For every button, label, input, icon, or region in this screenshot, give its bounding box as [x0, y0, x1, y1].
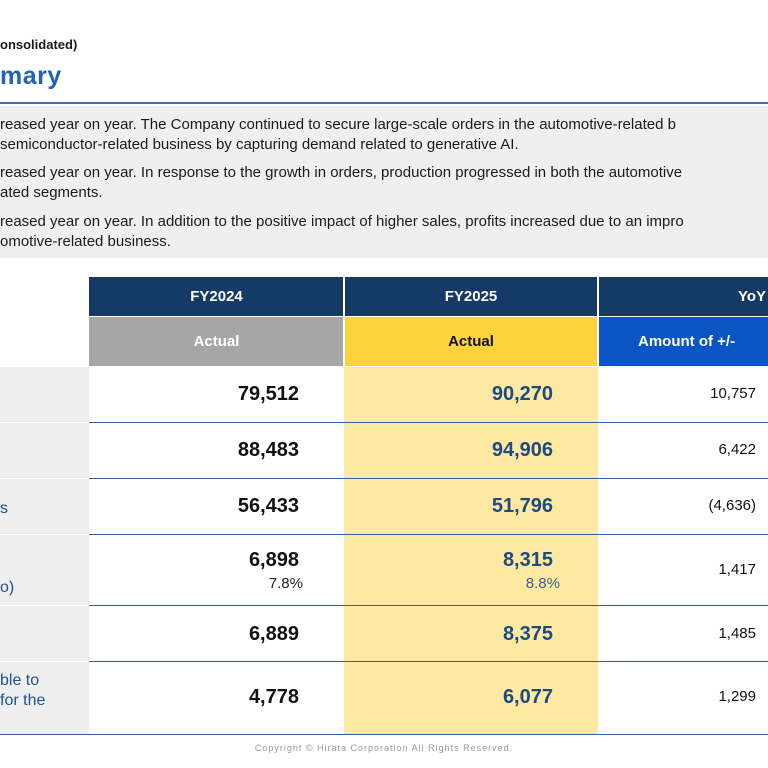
section-subtitle: onsolidated): [0, 37, 78, 52]
summary-line: semiconductor-related business by captur…: [0, 136, 519, 153]
yoy-value: 10,757: [710, 385, 756, 402]
fy2024-value: 79,512: [237, 383, 299, 405]
row-label-text: o): [0, 579, 15, 596]
row-label: ble to for the: [0, 662, 89, 734]
fy2024-value: 6,898: [248, 549, 299, 571]
subheader-fy2025-actual: Actual: [344, 317, 598, 366]
summary-line: ated segments.: [0, 184, 103, 201]
fy2025-value: 6,077: [502, 686, 553, 708]
row-label: [0, 423, 89, 478]
table-row: 88,483 94,906 6,422: [0, 423, 768, 478]
yoy-value: (4,636): [708, 497, 756, 514]
summary-paragraph-production: reased year on year. In response to the …: [0, 163, 768, 203]
subheader-yoy-amount: Amount of +/-: [598, 317, 768, 366]
summary-line: reased year on year. The Company continu…: [0, 116, 676, 133]
column-divider: [343, 277, 345, 366]
yoy-value: 1,485: [718, 625, 756, 642]
table-row: ble to for the 4,778 6,077 1,299: [0, 662, 768, 734]
fy2025-value: 8,315: [502, 549, 553, 571]
fy2025-value: 8,375: [502, 623, 553, 645]
fy2024-value: 4,778: [248, 686, 299, 708]
yoy-value: 1,417: [718, 561, 756, 578]
table-row: 6,889 8,375 1,485: [0, 606, 768, 661]
fy2024-margin: 7.8%: [268, 575, 303, 592]
table-row: o) 6,898 7.8% 8,315 8.8% 1,417: [0, 535, 768, 605]
summary-paragraph-sales: reased year on year. The Company continu…: [0, 115, 768, 155]
fy2025-value: 94,906: [491, 439, 553, 461]
row-label: [0, 367, 89, 422]
subheader-fy2024-actual: Actual: [89, 317, 344, 366]
table-row: 79,512 90,270 10,757: [0, 367, 768, 422]
row-label: [0, 606, 89, 661]
copyright-footer: Copyright © Hirata Corporation All Right…: [254, 743, 514, 753]
table-bottom-border: [0, 734, 768, 735]
fy2024-value: 88,483: [237, 439, 299, 461]
header-yoy: YoY: [598, 277, 768, 316]
row-label-text: s: [0, 500, 8, 517]
row-label: s: [0, 479, 89, 534]
summary-paragraph-profit: reased year on year. In addition to the …: [0, 212, 768, 252]
row-label: o): [0, 535, 89, 605]
fy2024-value: 56,433: [237, 495, 299, 517]
page-title: mary: [0, 62, 62, 90]
fy2024-value: 6,889: [248, 623, 299, 645]
fy2025-margin: 8.8%: [525, 575, 560, 592]
title-divider: [0, 102, 768, 104]
yoy-value: 6,422: [718, 441, 756, 458]
fy2025-value: 90,270: [491, 383, 553, 405]
fy2025-value: 51,796: [491, 495, 553, 517]
summary-line: reased year on year. In addition to the …: [0, 213, 684, 230]
row-label-text: for the: [0, 692, 46, 709]
column-divider: [597, 277, 599, 366]
row-label-text: ble to: [0, 672, 40, 689]
table-row: s 56,433 51,796 (4,636): [0, 479, 768, 534]
header-fy2025: FY2025: [344, 277, 598, 316]
yoy-value: 1,299: [718, 688, 756, 705]
summary-line: reased year on year. In response to the …: [0, 164, 683, 181]
header-fy2024: FY2024: [89, 277, 344, 316]
summary-line: omotive-related business.: [0, 233, 171, 250]
